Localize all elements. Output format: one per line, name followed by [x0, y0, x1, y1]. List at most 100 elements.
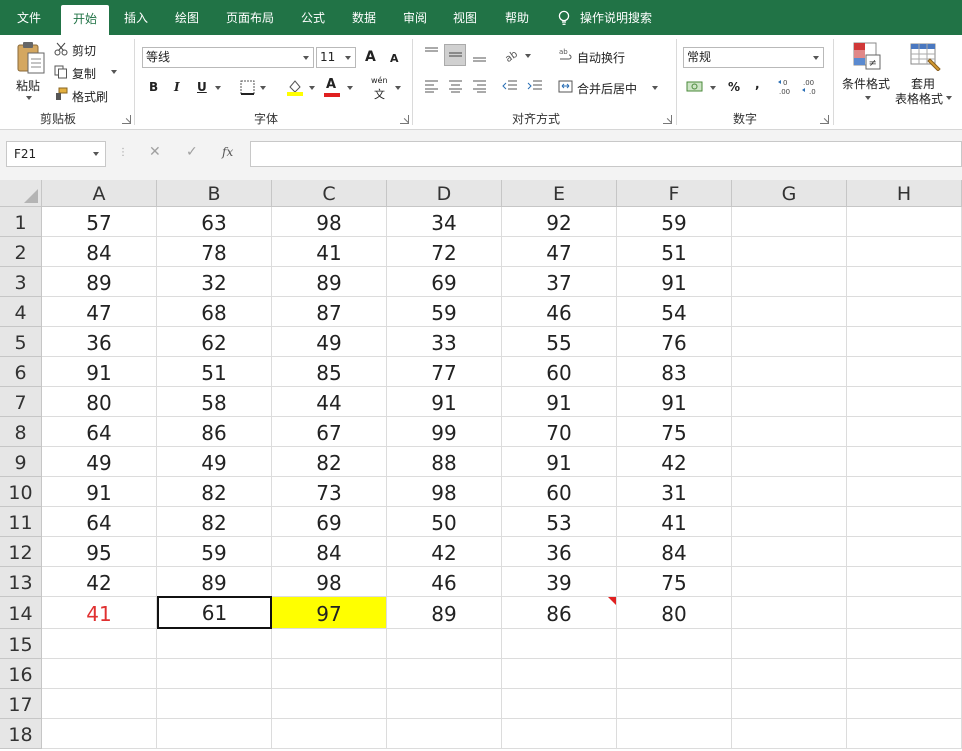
tab-draw[interactable]: 绘图	[165, 0, 209, 35]
cell-b16[interactable]	[157, 659, 272, 689]
cell-g6[interactable]	[732, 357, 847, 387]
cell-g12[interactable]	[732, 537, 847, 567]
row-header[interactable]: 13	[0, 567, 42, 597]
fill-color-icon[interactable]	[286, 78, 304, 96]
cell-d14[interactable]: 89	[387, 597, 502, 629]
decrease-font-button[interactable]: A	[390, 52, 399, 65]
cell-b8[interactable]: 86	[157, 417, 272, 447]
tab-home[interactable]: 开始	[61, 5, 109, 35]
cell-c7[interactable]: 44	[272, 387, 387, 417]
cell-a15[interactable]	[42, 629, 157, 659]
cell-g18[interactable]	[732, 719, 847, 749]
cell-h15[interactable]	[847, 629, 962, 659]
cell-a11[interactable]: 64	[42, 507, 157, 537]
cell-d10[interactable]: 98	[387, 477, 502, 507]
cell-f4[interactable]: 54	[617, 297, 732, 327]
cell-b10[interactable]: 82	[157, 477, 272, 507]
align-middle-button[interactable]	[444, 44, 466, 66]
cell-h9[interactable]	[847, 447, 962, 477]
cell-f6[interactable]: 83	[617, 357, 732, 387]
cell-h2[interactable]	[847, 237, 962, 267]
cell-a6[interactable]: 91	[42, 357, 157, 387]
cell-e12[interactable]: 36	[502, 537, 617, 567]
accounting-format-icon[interactable]	[686, 79, 704, 94]
cell-b12[interactable]: 59	[157, 537, 272, 567]
copy-icon[interactable]	[54, 65, 68, 79]
cell-c16[interactable]	[272, 659, 387, 689]
font-name-select[interactable]: 等线	[142, 47, 314, 68]
copy-dropdown-icon[interactable]	[111, 70, 117, 74]
cell-h6[interactable]	[847, 357, 962, 387]
cell-b14[interactable]: 61	[157, 596, 272, 629]
tab-review[interactable]: 审阅	[393, 0, 437, 35]
select-all-button[interactable]	[0, 180, 42, 207]
cell-a18[interactable]	[42, 719, 157, 749]
paste-icon[interactable]	[14, 41, 46, 75]
paste-dropdown-icon[interactable]	[26, 96, 32, 100]
cell-c3[interactable]: 89	[272, 267, 387, 297]
row-header[interactable]: 2	[0, 237, 42, 267]
cell-a16[interactable]	[42, 659, 157, 689]
cell-c10[interactable]: 73	[272, 477, 387, 507]
cell-e13[interactable]: 39	[502, 567, 617, 597]
cell-e11[interactable]: 53	[502, 507, 617, 537]
cell-c9[interactable]: 82	[272, 447, 387, 477]
cell-d11[interactable]: 50	[387, 507, 502, 537]
cell-c17[interactable]	[272, 689, 387, 719]
cell-b1[interactable]: 63	[157, 207, 272, 237]
cell-f8[interactable]: 75	[617, 417, 732, 447]
increase-font-button[interactable]: A	[365, 49, 376, 65]
cell-a3[interactable]: 89	[42, 267, 157, 297]
cell-f11[interactable]: 41	[617, 507, 732, 537]
formula-input[interactable]	[250, 141, 962, 167]
tab-formulas[interactable]: 公式	[292, 0, 334, 35]
cell-d9[interactable]: 88	[387, 447, 502, 477]
cell-d5[interactable]: 33	[387, 327, 502, 357]
cell-c2[interactable]: 41	[272, 237, 387, 267]
column-header-h[interactable]: H	[847, 180, 962, 207]
align-center-icon[interactable]	[448, 80, 463, 93]
cell-f3[interactable]: 91	[617, 267, 732, 297]
cell-h13[interactable]	[847, 567, 962, 597]
bold-button[interactable]: B	[149, 80, 158, 94]
cell-g2[interactable]	[732, 237, 847, 267]
name-box[interactable]: F21	[6, 141, 106, 167]
column-header-e[interactable]: E	[502, 180, 617, 207]
tab-help[interactable]: 帮助	[495, 0, 539, 35]
number-launcher-icon[interactable]	[820, 115, 829, 124]
cell-e1[interactable]: 92	[502, 207, 617, 237]
cell-f9[interactable]: 42	[617, 447, 732, 477]
cell-b2[interactable]: 78	[157, 237, 272, 267]
cell-g9[interactable]	[732, 447, 847, 477]
format-table-dropdown-icon[interactable]	[946, 96, 952, 100]
cell-b9[interactable]: 49	[157, 447, 272, 477]
row-header[interactable]: 16	[0, 659, 42, 689]
cell-d16[interactable]	[387, 659, 502, 689]
cell-a4[interactable]: 47	[42, 297, 157, 327]
cell-f17[interactable]	[617, 689, 732, 719]
cell-h5[interactable]	[847, 327, 962, 357]
column-header-b[interactable]: B	[157, 180, 272, 207]
cell-a10[interactable]: 91	[42, 477, 157, 507]
cell-g14[interactable]	[732, 597, 847, 629]
cell-e3[interactable]: 37	[502, 267, 617, 297]
paste-button[interactable]: 粘贴	[16, 77, 40, 94]
row-header[interactable]: 1	[0, 207, 42, 237]
cell-e9[interactable]: 91	[502, 447, 617, 477]
tab-insert[interactable]: 插入	[114, 0, 158, 35]
cell-h11[interactable]	[847, 507, 962, 537]
cell-d6[interactable]: 77	[387, 357, 502, 387]
enter-icon[interactable]: ✓	[186, 144, 198, 160]
row-header[interactable]: 5	[0, 327, 42, 357]
row-header[interactable]: 10	[0, 477, 42, 507]
merge-center-button[interactable]: 合并后居中	[577, 80, 637, 97]
row-header[interactable]: 9	[0, 447, 42, 477]
cell-e4[interactable]: 46	[502, 297, 617, 327]
cell-e6[interactable]: 60	[502, 357, 617, 387]
accounting-dropdown-icon[interactable]	[710, 86, 716, 90]
underline-dropdown-icon[interactable]	[215, 86, 221, 90]
cell-b18[interactable]	[157, 719, 272, 749]
cell-f13[interactable]: 75	[617, 567, 732, 597]
cell-g15[interactable]	[732, 629, 847, 659]
cell-f12[interactable]: 84	[617, 537, 732, 567]
